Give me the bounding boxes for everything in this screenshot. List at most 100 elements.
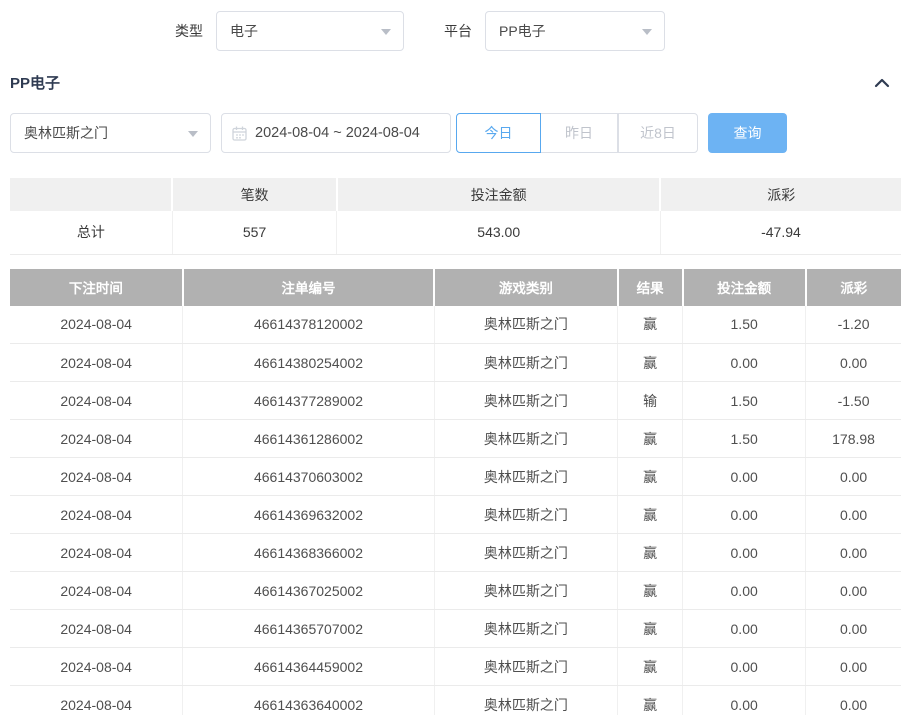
result-cell: 赢 [618,344,683,382]
payout-cell: 0.00 [806,344,901,382]
yesterday-button[interactable]: 昨日 [541,113,618,153]
type-select[interactable]: 电子 [216,11,404,51]
chevron-down-icon [188,131,198,137]
collapse-section-button[interactable] [873,76,891,90]
bet-time-cell: 2024-08-04 [10,496,183,534]
bet-amount-cell: 0.00 [683,496,806,534]
game-category-cell: 奥林匹斯之门 [434,534,618,572]
game-category-cell: 奥林匹斯之门 [434,382,618,420]
last-8-days-button[interactable]: 近8日 [618,113,698,153]
payout-cell: 0.00 [806,496,901,534]
result-cell: 赢 [618,458,683,496]
order-id-cell: 46614365707002 [183,610,434,648]
table-row: 2024-08-0446614365707002奥林匹斯之门赢0.000.00 [10,610,901,648]
result-cell: 输 [618,382,683,420]
game-category-cell: 奥林匹斯之门 [434,420,618,458]
bet-amount-cell: 1.50 [683,306,806,344]
payout-cell: -1.50 [806,382,901,420]
game-category-cell: 奥林匹斯之门 [434,648,618,686]
table-row: 2024-08-0446614380254002奥林匹斯之门赢0.000.00 [10,344,901,382]
bet-time-cell: 2024-08-04 [10,534,183,572]
summary-header-payout: 派彩 [660,178,901,211]
order-id-cell: 46614377289002 [183,382,434,420]
table-row: 2024-08-0446614363640002奥林匹斯之门赢0.000.00 [10,686,901,715]
order-id-cell: 46614363640002 [183,686,434,715]
records-header-row: 下注时间 注单编号 游戏类别 结果 投注金额 派彩 [10,269,901,306]
summary-table: 笔数 投注金额 派彩 总计 557 543.00 -47.94 [10,178,901,255]
records-header-order-id: 注单编号 [183,269,434,306]
summary-total-label: 总计 [10,211,172,254]
summary-total-row: 总计 557 543.00 -47.94 [10,211,901,254]
result-cell: 赢 [618,534,683,572]
order-id-cell: 46614364459002 [183,648,434,686]
payout-cell: 0.00 [806,534,901,572]
payout-cell: 0.00 [806,458,901,496]
bet-amount-cell: 0.00 [683,572,806,610]
result-cell: 赢 [618,572,683,610]
platform-select[interactable]: PP电子 [485,11,665,51]
bet-time-cell: 2024-08-04 [10,610,183,648]
bet-time-cell: 2024-08-04 [10,572,183,610]
date-range-input[interactable]: 2024-08-04 ~ 2024-08-04 [221,113,451,153]
section-title: PP电子 [10,72,60,93]
payout-cell: 0.00 [806,572,901,610]
game-category-cell: 奥林匹斯之门 [434,344,618,382]
order-id-cell: 46614370603002 [183,458,434,496]
bet-time-cell: 2024-08-04 [10,306,183,344]
order-id-cell: 46614361286002 [183,420,434,458]
bet-time-cell: 2024-08-04 [10,648,183,686]
records-header-game-category: 游戏类别 [434,269,618,306]
payout-cell: -1.20 [806,306,901,344]
result-cell: 赢 [618,306,683,344]
order-id-cell: 46614369632002 [183,496,434,534]
table-row: 2024-08-0446614378120002奥林匹斯之门赢1.50-1.20 [10,306,901,344]
records-header-bet-amount: 投注金额 [683,269,806,306]
summary-header-count: 笔数 [172,178,337,211]
bet-amount-cell: 0.00 [683,648,806,686]
result-cell: 赢 [618,648,683,686]
table-row: 2024-08-0446614367025002奥林匹斯之门赢0.000.00 [10,572,901,610]
summary-total-bet-amount: 543.00 [337,211,660,254]
game-category-cell: 奥林匹斯之门 [434,610,618,648]
payout-cell: 0.00 [806,686,901,715]
result-cell: 赢 [618,496,683,534]
summary-total-payout: -47.94 [660,211,901,254]
platform-label: 平台 [444,21,472,41]
result-cell: 赢 [618,686,683,715]
bet-time-cell: 2024-08-04 [10,420,183,458]
game-category-cell: 奥林匹斯之门 [434,572,618,610]
summary-header-bet-amount: 投注金额 [337,178,660,211]
order-id-cell: 46614378120002 [183,306,434,344]
summary-header-row: 笔数 投注金额 派彩 [10,178,901,211]
records-table: 下注时间 注单编号 游戏类别 结果 投注金额 派彩 2024-08-044661… [10,269,901,715]
quick-range-button-group: 今日 昨日 近8日 [456,113,698,153]
table-row: 2024-08-0446614368366002奥林匹斯之门赢0.000.00 [10,534,901,572]
type-label: 类型 [175,21,203,41]
records-header-payout: 派彩 [806,269,901,306]
today-button[interactable]: 今日 [456,113,541,153]
platform-select-value: PP电子 [499,21,546,41]
chevron-down-icon [381,29,391,35]
order-id-cell: 46614367025002 [183,572,434,610]
table-row: 2024-08-0446614370603002奥林匹斯之门赢0.000.00 [10,458,901,496]
filter-bar: 类型 电子 平台 PP电子 [0,0,911,52]
bet-amount-cell: 0.00 [683,344,806,382]
game-category-cell: 奥林匹斯之门 [434,306,618,344]
chevron-up-icon [873,76,891,90]
type-select-value: 电子 [230,21,258,41]
calendar-icon [232,126,247,141]
bet-time-cell: 2024-08-04 [10,382,183,420]
table-row: 2024-08-0446614364459002奥林匹斯之门赢0.000.00 [10,648,901,686]
date-range-value: 2024-08-04 ~ 2024-08-04 [255,125,420,141]
records-tbody: 2024-08-0446614378120002奥林匹斯之门赢1.50-1.20… [10,306,901,715]
result-cell: 赢 [618,610,683,648]
bet-amount-cell: 0.00 [683,610,806,648]
game-category-cell: 奥林匹斯之门 [434,458,618,496]
bet-amount-cell: 1.50 [683,382,806,420]
game-select[interactable]: 奥林匹斯之门 [10,113,211,153]
search-button[interactable]: 查询 [708,113,787,153]
game-category-cell: 奥林匹斯之门 [434,686,618,715]
bet-amount-cell: 0.00 [683,686,806,715]
payout-cell: 0.00 [806,648,901,686]
result-cell: 赢 [618,420,683,458]
